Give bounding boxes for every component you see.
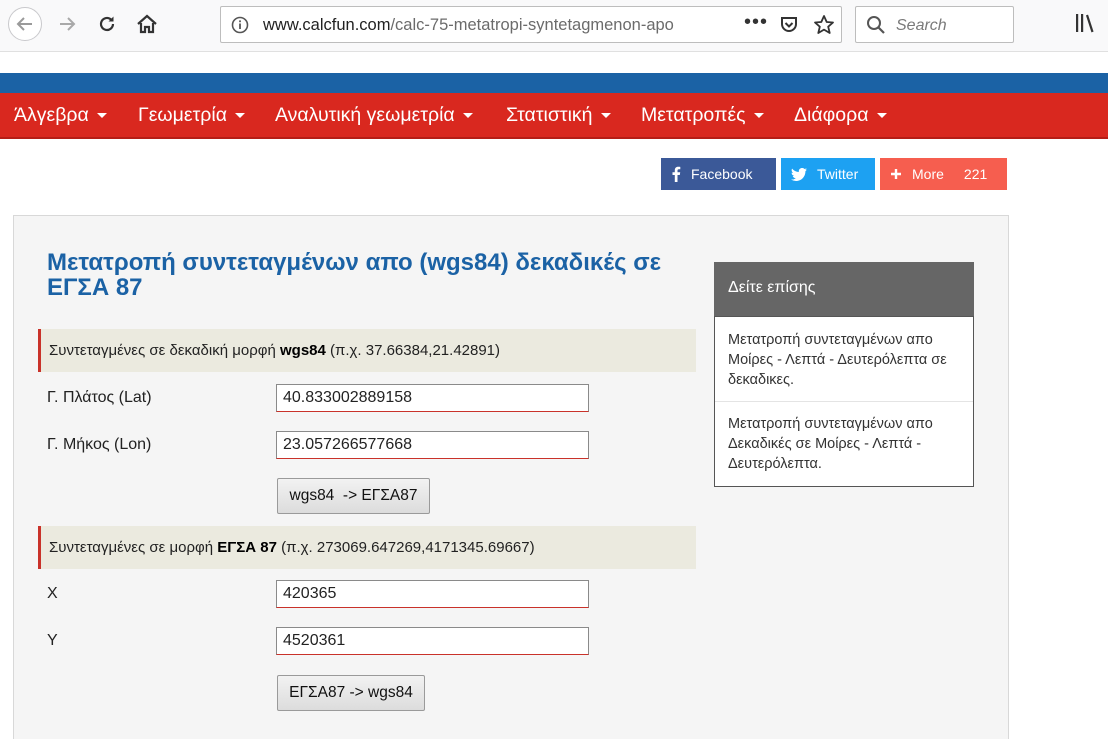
- x-input[interactable]: [276, 580, 589, 608]
- longitude-input[interactable]: [276, 431, 589, 459]
- page-actions-menu[interactable]: •••: [744, 11, 768, 34]
- url-domain: www.calcfun.com: [263, 16, 391, 34]
- menu-label: Άλγεβρα: [14, 104, 89, 126]
- menu-analytic-geometry[interactable]: Αναλυτική γεωμετρία: [275, 104, 473, 127]
- caret-down-icon: [753, 113, 764, 119]
- pocket-icon[interactable]: [779, 15, 799, 35]
- y-label: Y: [47, 632, 58, 649]
- header-strip: [0, 73, 1108, 93]
- reload-button[interactable]: [90, 7, 124, 41]
- plus-icon: [890, 168, 902, 180]
- caret-down-icon: [96, 113, 107, 119]
- section-example: (π.χ. 37.66384,21.42891): [325, 342, 501, 359]
- info-icon[interactable]: [231, 16, 249, 34]
- caret-down-icon: [876, 113, 887, 119]
- section-prefix: Συντεταγμένες σε δεκαδική μορφή: [49, 342, 280, 359]
- library-icon[interactable]: [1074, 12, 1098, 34]
- home-icon: [137, 14, 157, 34]
- home-button[interactable]: [130, 7, 164, 41]
- menu-algebra[interactable]: Άλγεβρα: [14, 104, 107, 127]
- share-count: 221: [963, 166, 988, 182]
- menu-geometry[interactable]: Γεωμετρία: [138, 104, 245, 127]
- egsa87-to-wgs84-button[interactable]: ΕΓΣΑ87 -> wgs84: [277, 675, 425, 711]
- section-format: wgs84: [279, 342, 326, 359]
- wgs84-section-header: Συντεταγμένες σε δεκαδική μορφή wgs84 (π…: [38, 329, 696, 372]
- browser-toolbar: www.calcfun.com/calc-75-metatropi-syntet…: [0, 0, 1108, 52]
- caret-down-icon: [235, 113, 245, 119]
- menu-label: Διάφορα: [794, 104, 869, 126]
- back-button[interactable]: [8, 7, 42, 41]
- facebook-label: Facebook: [691, 166, 753, 182]
- section-format: ΕΓΣΑ 87: [217, 539, 277, 556]
- egsa87-section-header: Συντεταγμένες σε μορφή ΕΓΣΑ 87 (π.χ. 273…: [38, 526, 696, 569]
- wgs84-to-egsa87-button[interactable]: wgs84 -> ΕΓΣΑ87: [277, 478, 430, 514]
- longitude-label: Γ. Μήκος (Lon): [47, 436, 152, 453]
- see-also-box: Μετατροπή συντεταγμένων απο Μοίρες - Λεπ…: [714, 316, 974, 487]
- section-example: (π.χ. 273069.647269,4171345.69667): [276, 539, 535, 556]
- facebook-icon: [671, 166, 681, 182]
- x-label: X: [47, 585, 58, 602]
- menu-misc[interactable]: Διάφορα: [794, 104, 887, 127]
- caret-down-icon: [600, 113, 611, 119]
- main-nav: Άλγεβρα Γεωμετρία Αναλυτική γεωμετρία Στ…: [0, 93, 1108, 139]
- divider: [715, 401, 973, 402]
- address-bar[interactable]: www.calcfun.com/calc-75-metatropi-syntet…: [220, 6, 842, 43]
- see-also-link-dms-to-decimal[interactable]: Μετατροπή συντεταγμένων απο Μοίρες - Λεπ…: [728, 330, 960, 390]
- page-title: Μετατροπή συντεταγμένων απο (wgs84) δεκα…: [47, 249, 662, 301]
- menu-statistics[interactable]: Στατιστική: [506, 104, 611, 127]
- twitter-icon: [791, 167, 807, 181]
- menu-label: Στατιστική: [506, 104, 593, 126]
- menu-label: Γεωμετρία: [138, 104, 227, 126]
- more-share-button[interactable]: More 221: [880, 158, 1007, 190]
- search-icon: [867, 16, 885, 34]
- twitter-share-button[interactable]: Twitter: [781, 158, 875, 190]
- menu-label: Αναλυτική γεωμετρία: [275, 104, 455, 126]
- latitude-label: Γ. Πλάτος (Lat): [47, 389, 152, 406]
- search-placeholder: Search: [896, 17, 947, 34]
- reload-icon: [99, 16, 115, 32]
- twitter-label: Twitter: [817, 166, 859, 182]
- url-path: /calc-75-metatropi-syntetagmenon-apo: [390, 16, 674, 34]
- latitude-input[interactable]: [276, 384, 589, 412]
- search-bar[interactable]: Search: [855, 6, 1014, 43]
- see-also-heading: Δείτε επίσης: [714, 262, 974, 316]
- caret-down-icon: [462, 113, 473, 119]
- star-icon[interactable]: [813, 14, 835, 36]
- url-text[interactable]: www.calcfun.com/calc-75-metatropi-syntet…: [263, 16, 743, 35]
- see-also-link-decimal-to-dms[interactable]: Μετατροπή συντεταγμένων απο Δεκαδικές σε…: [728, 414, 960, 474]
- menu-label: Μετατροπές: [641, 104, 746, 126]
- forward-arrow-icon: [60, 17, 76, 31]
- section-prefix: Συντεταγμένες σε μορφή: [49, 539, 218, 556]
- y-input[interactable]: [276, 627, 589, 655]
- back-arrow-icon: [16, 17, 32, 31]
- facebook-share-button[interactable]: Facebook: [661, 158, 776, 190]
- more-label: More: [912, 166, 944, 182]
- menu-conversions[interactable]: Μετατροπές: [641, 104, 764, 127]
- forward-button[interactable]: [50, 7, 84, 41]
